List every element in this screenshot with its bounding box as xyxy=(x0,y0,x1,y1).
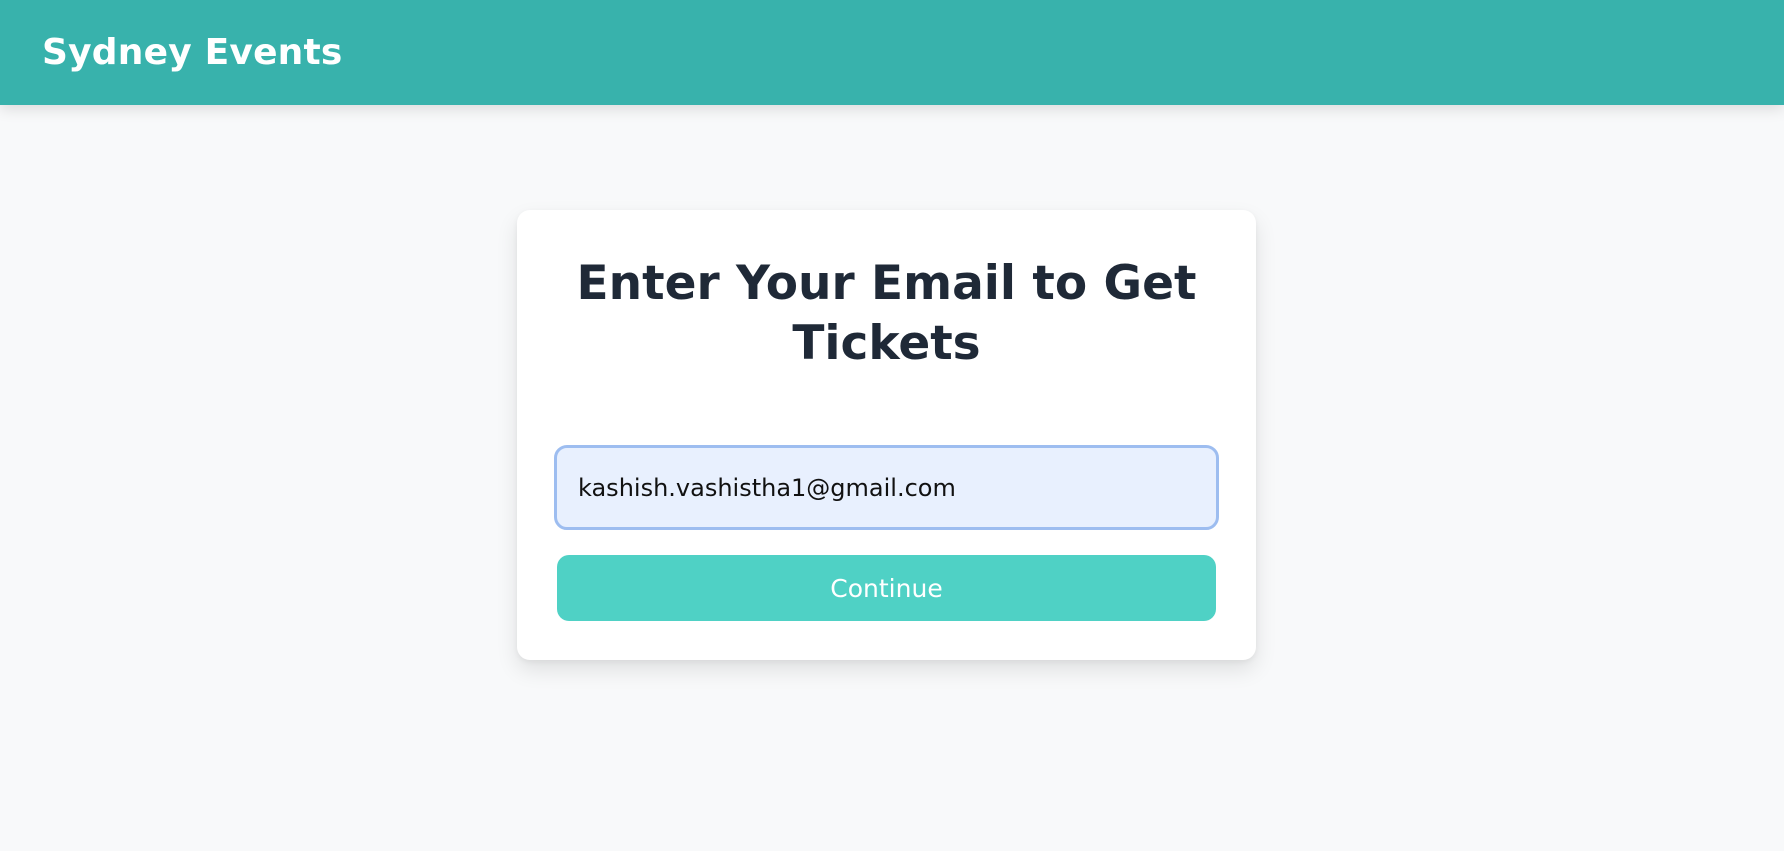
page-title: Enter Your Email to Get Tickets xyxy=(576,256,1197,371)
continue-button[interactable]: Continue xyxy=(557,555,1216,621)
email-field[interactable] xyxy=(554,445,1219,530)
app-header: Sydney Events xyxy=(0,0,1784,105)
email-card: Enter Your Email to Get Tickets Continue xyxy=(517,210,1256,660)
brand-title: Sydney Events xyxy=(42,32,343,73)
